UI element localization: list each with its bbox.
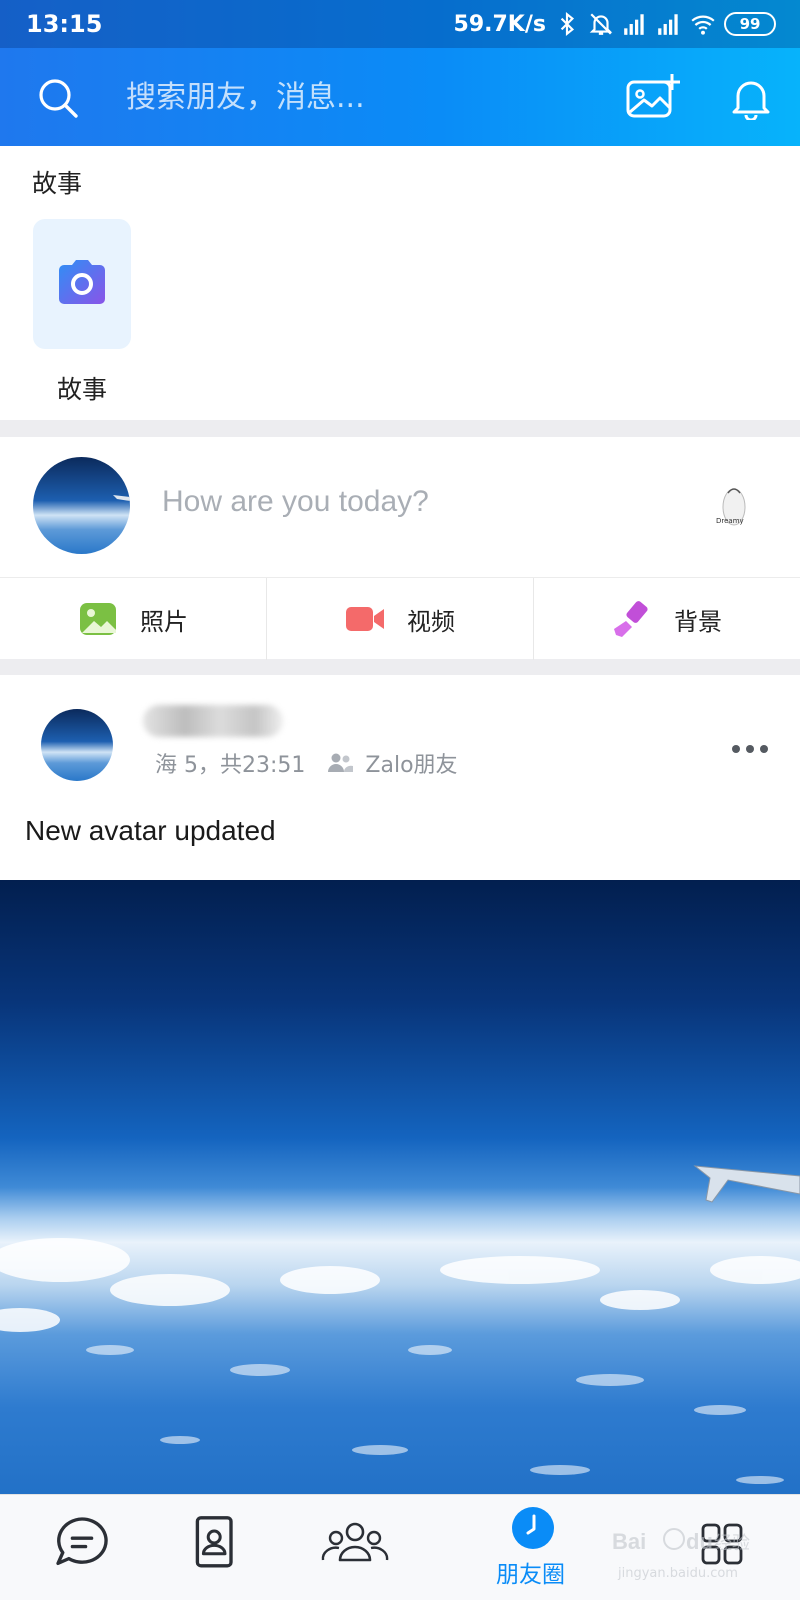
wifi-icon	[691, 15, 715, 35]
status-input[interactable]: How are you today?	[162, 477, 642, 527]
status-bar: 13:15 59.7K/s 99	[0, 0, 800, 48]
photo-action-button[interactable]: 照片	[0, 578, 267, 660]
top-bar: 13:15 59.7K/s 99 搜索朋友，消息...	[0, 0, 800, 146]
baidu-watermark: Bai du 经验 jingyan.baidu.com	[612, 1528, 750, 1581]
search-input[interactable]: 搜索朋友，消息...	[126, 76, 546, 120]
feed-post: 海 5，共23:51 Zalo朋友 New avatar updated	[0, 675, 800, 880]
video-action-button[interactable]: 视频	[267, 578, 534, 660]
background-action-button[interactable]: 背景	[534, 578, 800, 660]
post-audience: Zalo朋友	[365, 753, 458, 778]
background-action-label: 背景	[674, 607, 722, 636]
more-options-icon[interactable]	[730, 741, 770, 757]
sticker-thumbnail[interactable]: Dreamy	[714, 483, 750, 535]
svg-text:经验: 经验	[714, 1533, 750, 1554]
avatar[interactable]	[33, 457, 130, 554]
svg-text:jingyan.baidu.com: jingyan.baidu.com	[617, 1566, 738, 1581]
stories-title: 故事	[32, 169, 83, 198]
battery-indicator: 99	[724, 12, 776, 36]
status-composer: How are you today? Dreamy	[0, 437, 800, 577]
clock-icon[interactable]	[510, 1505, 556, 1551]
photo-add-icon[interactable]	[626, 72, 682, 120]
signal-icon	[624, 14, 644, 35]
video-icon	[346, 607, 384, 631]
search-icon[interactable]	[36, 76, 80, 120]
group-icon[interactable]	[320, 1513, 390, 1573]
photo-action-label: 照片	[140, 607, 188, 636]
post-author-name[interactable]	[143, 705, 283, 737]
tab-timeline-label[interactable]: 朋友圈	[496, 1555, 565, 1589]
contact-icon[interactable]	[178, 1513, 248, 1573]
video-action-label: 视频	[407, 607, 455, 636]
post-timestamp: 海 5，共23:51	[155, 753, 306, 778]
post-meta: 海 5，共23:51 Zalo朋友	[155, 747, 458, 779]
post-text: New avatar updated	[25, 815, 276, 846]
photo-icon	[80, 603, 116, 635]
chat-icon[interactable]	[47, 1513, 117, 1573]
bottom-nav: 朋友圈 Bai du 经验 jingyan.baidu.com	[0, 1494, 800, 1600]
bluetooth-icon	[560, 11, 575, 37]
brush-icon	[614, 601, 648, 637]
post-actions: 照片 视频 背景	[0, 577, 800, 660]
network-speed: 59.7K/s	[453, 11, 546, 37]
stories-section: 故事 故事	[0, 146, 800, 420]
svg-text:Bai: Bai	[612, 1529, 646, 1554]
post-author-avatar[interactable]	[41, 709, 113, 781]
camera-icon	[59, 260, 105, 304]
status-icons: 59.7K/s 99	[454, 10, 776, 38]
signal-icon-2	[658, 14, 678, 35]
mute-bell-icon	[589, 13, 613, 35]
friends-icon	[328, 753, 354, 772]
svg-text:du: du	[686, 1529, 713, 1554]
svg-text:Dreamy: Dreamy	[716, 517, 744, 525]
story-label: 故事	[56, 375, 107, 404]
bell-icon[interactable]	[730, 76, 772, 120]
header: 搜索朋友，消息...	[0, 48, 800, 146]
post-image[interactable]	[0, 880, 800, 1494]
create-story-card[interactable]	[33, 219, 131, 349]
status-time: 13:15	[26, 10, 103, 38]
